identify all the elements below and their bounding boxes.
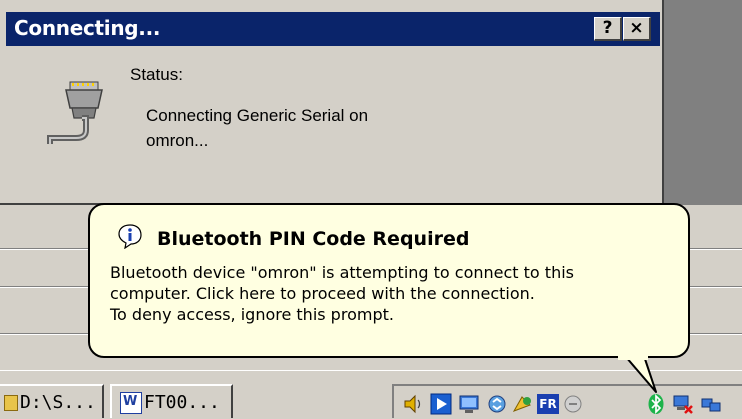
taskbar-button-folder[interactable]: D:\S... — [0, 384, 104, 418]
folder-icon — [4, 395, 18, 411]
network-icon[interactable] — [458, 393, 480, 415]
balloon-line: To deny access, ignore this prompt. — [110, 305, 394, 324]
help-button[interactable]: ? — [594, 17, 622, 41]
balloon-line: computer. Click here to proceed with the… — [110, 284, 535, 303]
media-player-icon[interactable] — [430, 393, 452, 415]
taskbar-button-label: D:\S... — [20, 392, 96, 413]
desktop-gray-area — [664, 0, 742, 205]
connecting-dialog: Connecting... ? × Status: Connecting Gen… — [0, 0, 664, 205]
messenger-icon[interactable] — [512, 393, 534, 415]
status-text: Connecting Generic Serial on omron... — [146, 103, 476, 153]
disabled-icon[interactable] — [562, 393, 584, 415]
word-document-icon: W — [120, 392, 142, 414]
serial-port-icon — [47, 81, 103, 144]
balloon-message[interactable]: Bluetooth device "omron" is attempting t… — [110, 262, 682, 325]
dialog-title: Connecting... — [14, 16, 161, 40]
taskbar-button-label: FT00... — [144, 392, 220, 413]
volume-icon[interactable] — [402, 393, 424, 415]
info-icon — [118, 224, 142, 249]
language-icon[interactable]: FR — [537, 394, 559, 414]
bluetooth-icon[interactable] — [645, 393, 667, 415]
status-label: Status: — [130, 65, 183, 84]
balloon-title: Bluetooth PIN Code Required — [157, 228, 470, 250]
balloon-tail-mask — [618, 352, 648, 360]
dialog-titlebar[interactable]: Connecting... ? × — [6, 12, 660, 46]
balloon-line: Bluetooth device "omron" is attempting t… — [110, 263, 574, 282]
status-line: omron... — [146, 131, 209, 150]
sync-icon[interactable] — [486, 393, 508, 415]
status-line: Connecting Generic Serial on — [146, 106, 369, 125]
close-button[interactable]: × — [623, 17, 651, 41]
taskbar-button-word[interactable]: W FT00... — [110, 384, 233, 418]
network-disconnected-icon[interactable] — [672, 393, 694, 415]
network-connections-icon[interactable] — [700, 393, 722, 415]
